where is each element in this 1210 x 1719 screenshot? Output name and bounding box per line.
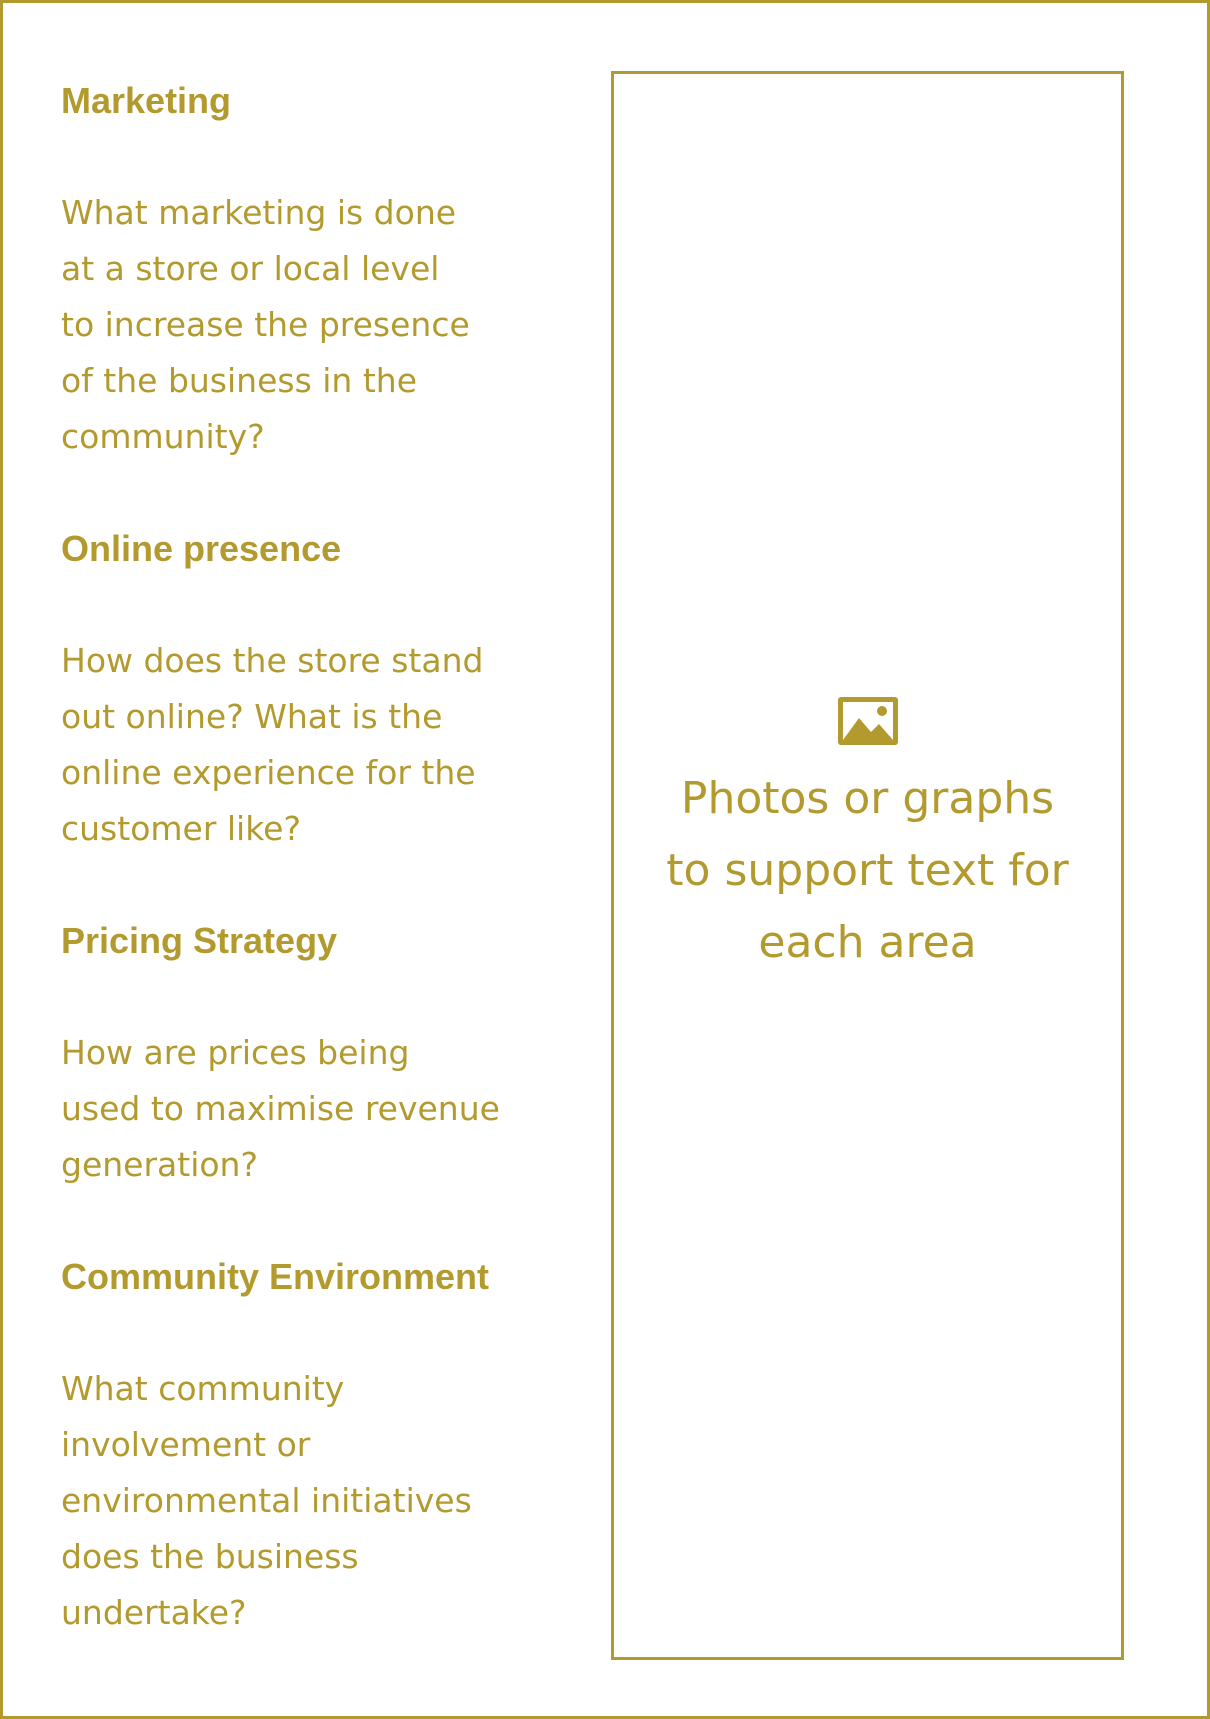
image-placeholder: Photos or graphs to support text for eac… — [614, 696, 1121, 979]
image-placeholder-frame: Photos or graphs to support text for eac… — [611, 71, 1124, 1660]
section-marketing: Marketing What marketing is done at a st… — [61, 73, 581, 465]
section-heading: Pricing Strategy — [61, 920, 338, 961]
image-icon — [837, 696, 899, 746]
section-heading: Marketing — [61, 80, 232, 121]
placeholder-text: Photos or graphs to support text for eac… — [666, 773, 1069, 968]
section-pricing-strategy: Pricing Strategy How are prices being us… — [61, 913, 581, 1193]
section-online-presence: Online presence How does the store stand… — [61, 521, 581, 857]
section-body: How are prices being used to maximise re… — [61, 1033, 500, 1184]
section-body: What community involvement or environmen… — [61, 1369, 472, 1632]
section-community-environment: Community Environment What community inv… — [61, 1249, 581, 1641]
section-heading: Community Environment — [61, 1256, 490, 1297]
text-column: Marketing What marketing is done at a st… — [61, 73, 581, 1641]
section-body: What marketing is done at a store or loc… — [61, 193, 470, 456]
section-body: How does the store stand out online? Wha… — [61, 641, 484, 848]
section-heading: Online presence — [61, 528, 342, 569]
document-page: Marketing What marketing is done at a st… — [0, 0, 1210, 1719]
